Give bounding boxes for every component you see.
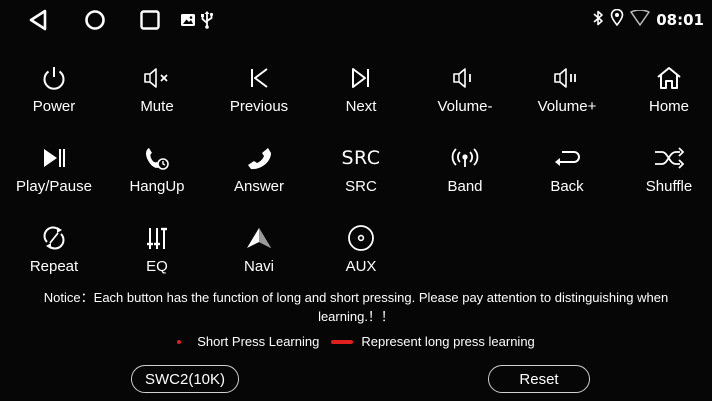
key-label: Repeat [29,258,79,275]
band-icon [445,142,485,174]
location-icon [610,8,624,31]
aux-icon [341,222,381,254]
clock: 08:01 [656,11,704,29]
power-key[interactable]: Power [4,58,104,128]
eq-icon [137,222,177,254]
key-label: Mute [140,98,174,115]
key-label: Previous [229,98,289,115]
shuffle-key[interactable]: Shuffle [619,138,712,208]
key-label: Power [32,98,76,115]
band-key[interactable]: Band [415,138,515,208]
wifi-icon [630,8,650,31]
key-label: AUX [345,258,377,275]
key-label: Home [648,98,689,115]
previous-key[interactable]: Previous [209,58,309,128]
back-triangle-icon[interactable] [28,9,48,36]
back-key[interactable]: Back [517,138,617,208]
navi-key[interactable]: Navi [209,218,309,288]
key-label: Band [447,178,483,195]
notice-text: Notice：Each button has the function of l… [43,290,669,324]
hangup-key[interactable]: HangUp [107,138,207,208]
learning-legend: Short Press Learning Represent long pres… [0,334,712,349]
src-key[interactable]: SRC SRC [311,138,411,208]
key-label: Volume- [437,98,493,115]
key-label: Navi [243,258,274,275]
home-key[interactable]: Home [619,58,712,128]
play-pause-icon [34,142,74,174]
key-label: EQ [146,258,168,275]
navi-icon [239,222,279,254]
volume-down-key[interactable]: Volume- [415,58,515,128]
home-circle-icon[interactable] [84,9,106,36]
image-icon [181,13,195,31]
back-icon [547,142,587,174]
mute-icon [137,62,177,94]
status-right: 08:01 [592,8,704,31]
steering-wheel-learning-screen: 08:01 Power Mute Previous Next Volume- V… [0,0,712,401]
key-label: Shuffle [645,178,693,195]
next-key[interactable]: Next [311,58,411,128]
volume-up-icon [547,62,587,94]
play-pause-key[interactable]: Play/Pause [4,138,104,208]
key-label: HangUp [129,178,185,195]
repeat-key[interactable]: Repeat [4,218,104,288]
key-label: Play/Pause [16,178,92,195]
next-icon [341,62,381,94]
answer-icon [239,142,279,174]
shuffle-icon [649,142,689,174]
key-label: Volume+ [537,98,597,115]
swc-mode-button[interactable]: SWC2(10K) [131,365,239,393]
status-bar: 08:01 [0,0,712,40]
long-press-marker [331,339,354,344]
home-icon [649,62,689,94]
answer-key[interactable]: Answer [209,138,309,208]
volume-up-key[interactable]: Volume+ [517,58,617,128]
src-icon: SRC [341,147,381,169]
key-label: Back [550,178,584,195]
short-press-marker [177,339,182,344]
power-icon [34,62,74,94]
bluetooth-icon [592,10,604,31]
hangup-icon [137,142,177,174]
long-press-legend: Represent long press learning [361,334,535,349]
usb-icon [200,11,214,34]
reset-button[interactable]: Reset [488,365,590,393]
repeat-icon [34,222,74,254]
volume-down-icon [445,62,485,94]
key-label: Next [345,98,377,115]
previous-icon [239,62,279,94]
aux-key[interactable]: AUX [311,218,411,288]
short-press-legend: Short Press Learning [197,334,320,349]
eq-key[interactable]: EQ [107,218,207,288]
key-label: Answer [233,178,285,195]
recents-square-icon[interactable] [139,9,161,36]
key-label: SRC [345,178,377,195]
mute-key[interactable]: Mute [107,58,207,128]
